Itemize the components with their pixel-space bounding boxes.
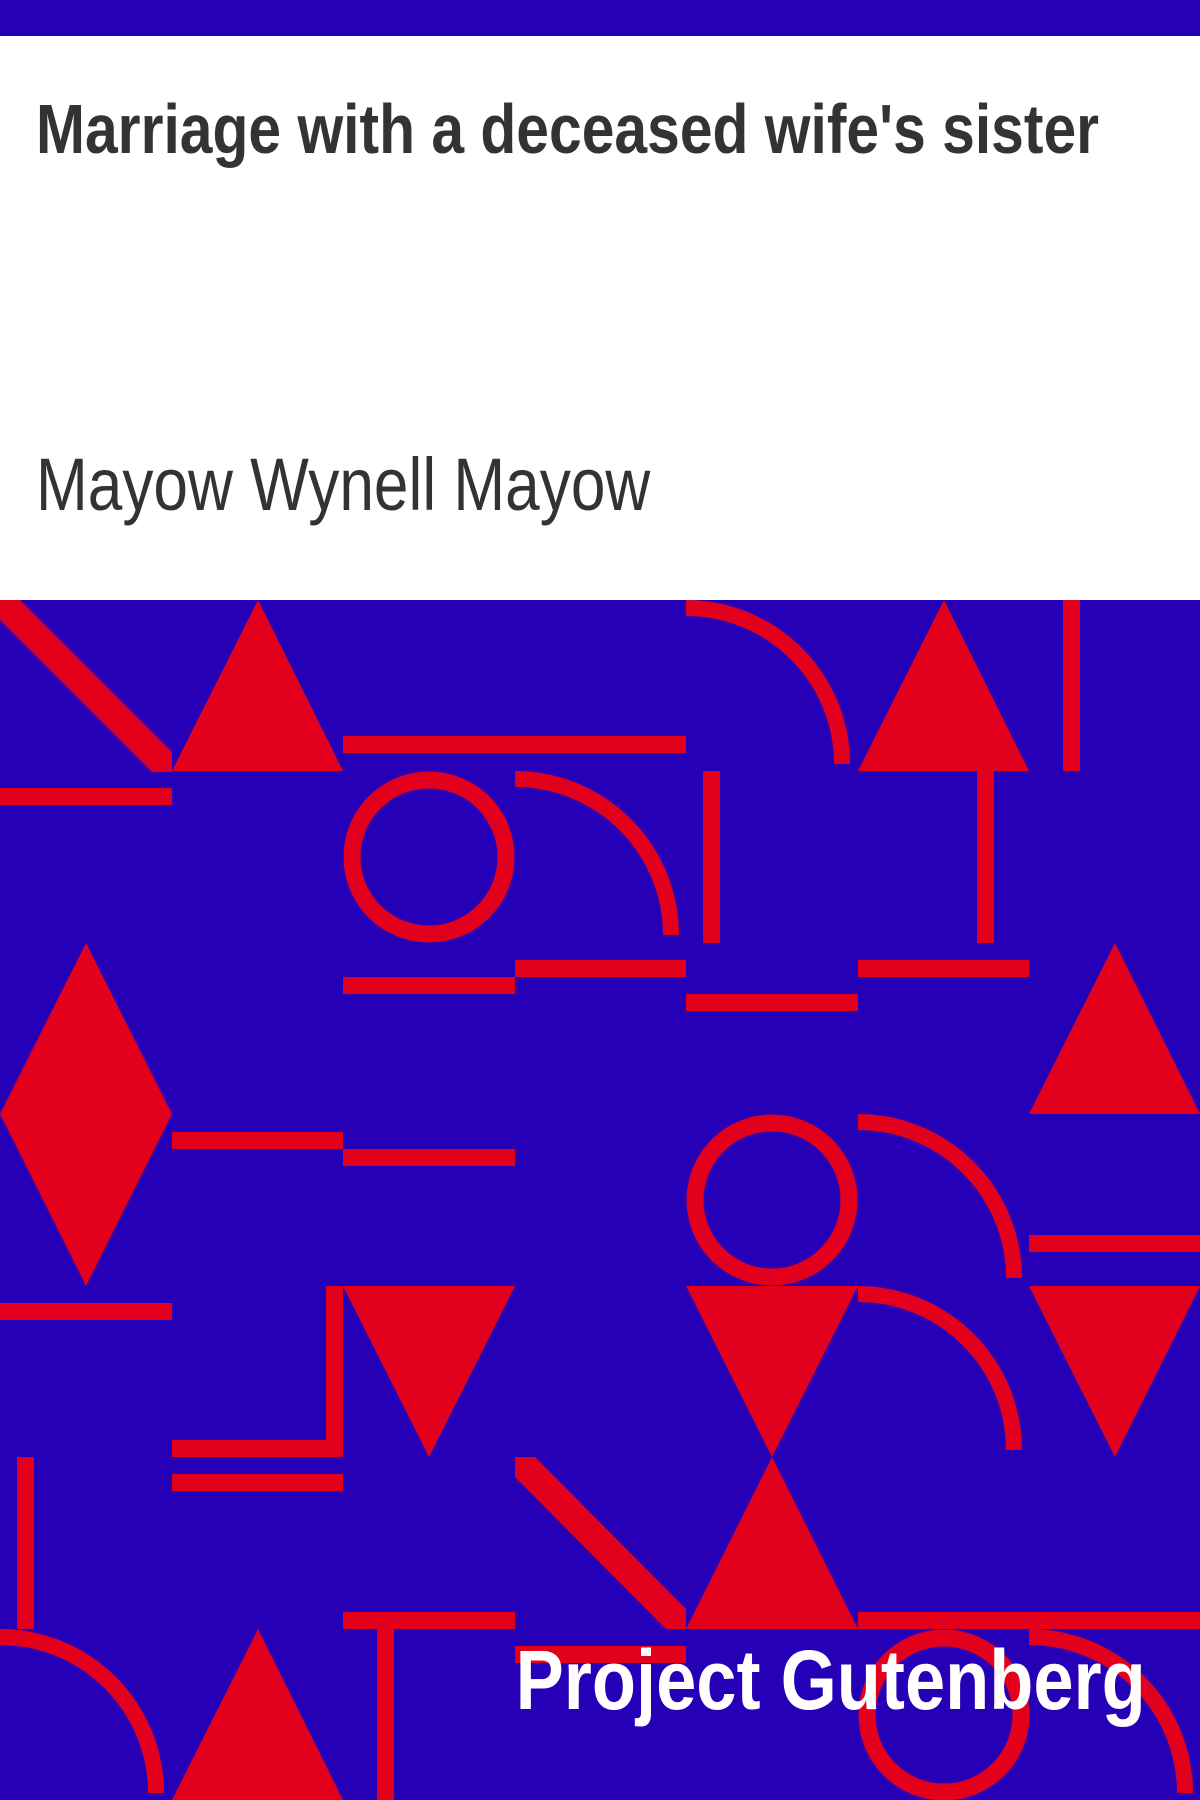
book-title: Marriage with a deceased wife's sister [36, 90, 1100, 168]
horizontal-bar-shape [686, 994, 858, 1011]
horizontal-bar-shape [172, 1132, 343, 1149]
vertical-bar-shape [17, 1457, 34, 1629]
cover-pattern [0, 600, 1200, 1800]
horizontal-bar-shape [172, 1474, 343, 1491]
vertical-bar-shape [377, 1629, 394, 1800]
vertical-bar-shape [977, 771, 994, 943]
publisher-label: Project Gutenberg [515, 1633, 1146, 1727]
horizontal-bar-shape [343, 736, 686, 753]
horizontal-bar-shape [172, 1440, 343, 1457]
horizontal-bar-shape [858, 1612, 1200, 1629]
vertical-bar-shape [703, 771, 720, 943]
horizontal-bar-shape [0, 1303, 172, 1320]
horizontal-bar-shape [0, 788, 172, 805]
horizontal-bar-shape [515, 960, 686, 977]
horizontal-bar-shape [1029, 1235, 1200, 1252]
vertical-bar-shape [326, 1286, 343, 1457]
vertical-bar-shape [1063, 600, 1080, 771]
horizontal-bar-shape [858, 960, 1029, 977]
top-color-bar [0, 0, 1200, 36]
book-author: Mayow Wynell Mayow [36, 443, 651, 526]
horizontal-bar-shape [343, 1612, 515, 1629]
horizontal-bar-shape [343, 977, 515, 994]
horizontal-bar-shape [343, 1149, 515, 1166]
